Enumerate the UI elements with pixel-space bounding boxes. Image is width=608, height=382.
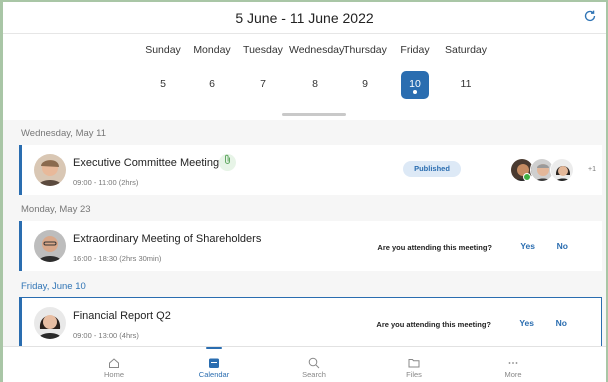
rsvp-no-button[interactable]: No [557,241,568,251]
section-date-label: Wednesday, May 11 [21,128,107,139]
nav-label: More [504,370,522,379]
more-icon [507,356,519,368]
day-number[interactable]: 9 [351,71,379,99]
paperclip-icon[interactable] [219,154,236,171]
refresh-icon[interactable] [582,9,598,25]
attendance-question: Are you attending this meeting? [376,320,491,329]
day-name: Saturday [444,44,488,56]
day-number[interactable]: 6 [198,71,226,99]
nav-label: Home [103,370,124,379]
section-date-label: Monday, May 23 [21,204,91,215]
attendance-question: Are you attending this meeting? [377,243,492,252]
calendar-icon [208,356,220,368]
nav-more[interactable]: More [473,347,553,382]
day-name: Tuesday [243,44,283,56]
week-strip: Sunday 5 Monday 6 Tuesday 7 Wednesday 8 … [3,34,606,120]
event-card[interactable]: Executive Committee Meeting 09:00 - 11:0… [19,145,602,195]
nav-search[interactable]: Search [274,347,354,382]
status-badge: Published [403,161,461,177]
nav-calendar[interactable]: Calendar [174,347,254,382]
avatar [34,154,66,186]
folder-icon [408,356,420,368]
nav-label: Search [302,370,326,379]
nav-label: Calendar [198,370,230,379]
day-number[interactable]: 5 [149,71,177,99]
event-title: Executive Committee Meeting [73,157,220,169]
rsvp-yes-button[interactable]: Yes [519,318,534,328]
day-name: Sunday [145,44,181,56]
more-attendees-count: +1 [588,166,596,173]
day-number[interactable]: 8 [301,71,329,99]
day-number-text: 10 [409,78,421,90]
event-dot [413,90,417,94]
event-time: 09:00 - 11:00 (2hrs) [73,178,139,187]
nav-files[interactable]: Files [374,347,454,382]
app-window: 5 June - 11 June 2022 Sunday 5 Monday 6 … [0,0,608,382]
search-icon [308,356,320,369]
active-indicator [206,347,222,349]
drag-handle[interactable] [282,113,346,116]
event-list: Wednesday, May 11 Executive Committee Me… [3,120,606,348]
day-number-selected[interactable]: 10 [401,71,429,99]
day-name: Monday [193,44,231,56]
event-card-selected[interactable]: Financial Report Q2 09:00 - 13:00 (4hrs)… [19,297,602,347]
rsvp-no-button[interactable]: No [556,318,567,328]
day-name: Wednesday [289,44,345,56]
avatar [34,230,66,262]
attendee-avatars[interactable]: +1 [510,158,602,184]
day-name: Friday [400,44,430,56]
attendee-avatar [550,158,574,182]
event-title: Financial Report Q2 [73,310,171,322]
nav-label: Files [406,370,422,379]
event-time: 09:00 - 13:00 (4hrs) [73,331,139,340]
home-icon [108,356,120,368]
event-time: 16:00 - 18:30 (2hrs 30min) [73,254,162,263]
rsvp-yes-button[interactable]: Yes [520,241,535,251]
nav-home[interactable]: Home [74,347,154,382]
calendar-header: 5 June - 11 June 2022 [3,2,606,34]
section-date-label: Friday, June 10 [21,281,86,292]
bottom-navigation: Home Calendar Search Files More [3,346,606,382]
day-number[interactable]: 7 [249,71,277,99]
event-title: Extraordinary Meeting of Shareholders [73,233,262,245]
avatar [34,307,66,339]
event-card[interactable]: Extraordinary Meeting of Shareholders 16… [19,221,602,271]
day-number[interactable]: 11 [452,71,480,99]
day-name: Thursday [343,44,387,56]
date-range-title[interactable]: 5 June - 11 June 2022 [235,10,373,26]
